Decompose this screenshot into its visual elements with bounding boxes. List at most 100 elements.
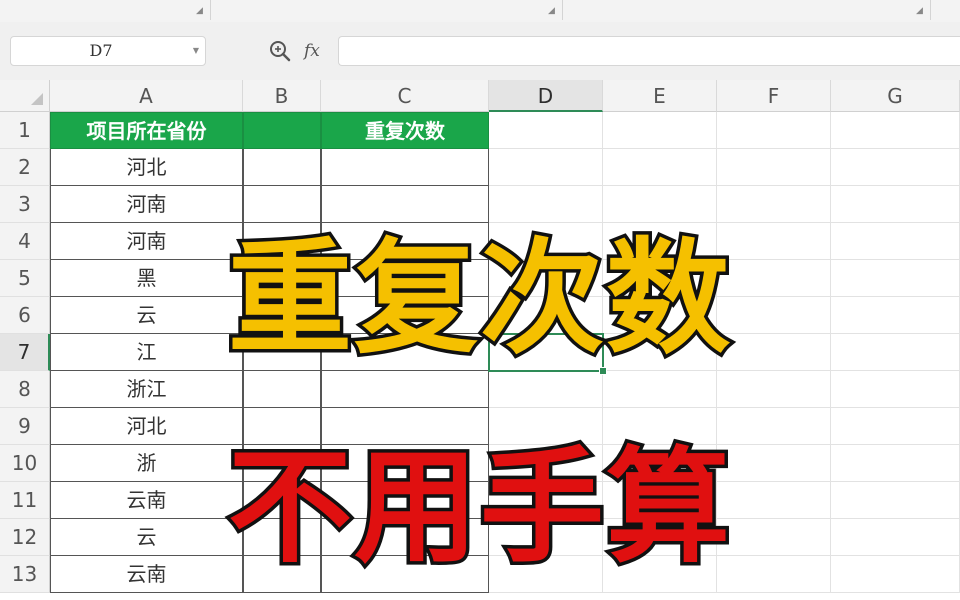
grid-cell[interactable] [243,408,321,445]
table-cell-a11[interactable]: 云南 [50,482,243,519]
ribbon-expand-icon[interactable]: ◢ [196,6,203,16]
grid-cell[interactable] [831,260,960,297]
grid-cell[interactable] [717,334,831,371]
grid-cell[interactable] [489,482,603,519]
grid-cell[interactable] [321,371,489,408]
grid-cell[interactable] [321,519,489,556]
grid-cell[interactable] [717,260,831,297]
grid-cell[interactable] [321,556,489,593]
formula-input[interactable] [338,36,960,66]
grid-cell[interactable] [831,482,960,519]
grid-cell[interactable] [831,445,960,482]
grid-cell[interactable] [243,297,321,334]
grid-cell[interactable] [831,112,960,149]
grid-cell[interactable] [243,149,321,186]
grid-cell[interactable] [489,556,603,593]
grid-cell[interactable] [489,408,603,445]
grid-cell[interactable] [489,445,603,482]
row-header-10[interactable]: 10 [0,445,50,482]
grid-cell[interactable] [321,408,489,445]
grid-cell[interactable] [603,334,717,371]
grid-cell[interactable] [831,371,960,408]
name-box[interactable]: D7 ▼ [10,36,206,66]
grid-cell[interactable] [717,149,831,186]
grid-cell[interactable] [717,445,831,482]
select-all-button[interactable] [0,80,50,112]
grid-cell[interactable] [321,445,489,482]
grid-cell[interactable] [489,260,603,297]
grid-cell[interactable] [489,297,603,334]
grid-cell[interactable] [831,334,960,371]
grid-cell[interactable] [717,519,831,556]
grid-cell[interactable] [717,186,831,223]
grid-cell[interactable] [243,556,321,593]
grid-cell[interactable] [717,556,831,593]
grid-cell[interactable] [603,371,717,408]
grid-cell[interactable] [243,223,321,260]
column-header-b[interactable]: B [243,80,321,112]
grid-cell[interactable] [603,186,717,223]
table-cell-a4[interactable]: 河南 [50,223,243,260]
grid-cell[interactable] [489,223,603,260]
table-cell-a5[interactable]: 黑 [50,260,243,297]
grid-cell[interactable] [489,519,603,556]
zoom-icon[interactable] [268,39,292,63]
row-header-13[interactable]: 13 [0,556,50,593]
grid-cell[interactable] [831,408,960,445]
table-cell-a9[interactable]: 河北 [50,408,243,445]
grid-cell[interactable] [321,260,489,297]
row-header-6[interactable]: 6 [0,297,50,334]
grid-cell[interactable] [831,149,960,186]
grid-cell[interactable] [717,408,831,445]
column-header-d[interactable]: D [489,80,603,112]
active-cell-d7[interactable] [488,333,604,372]
table-cell-a10[interactable]: 浙 [50,445,243,482]
grid-cell[interactable] [243,482,321,519]
grid-cell[interactable] [603,556,717,593]
grid-cell[interactable] [489,112,603,149]
table-cell-a3[interactable]: 河南 [50,186,243,223]
grid-cell[interactable] [831,223,960,260]
grid-cell[interactable] [243,334,321,371]
row-header-3[interactable]: 3 [0,186,50,223]
column-header-c[interactable]: C [321,80,489,112]
grid-cell[interactable] [321,297,489,334]
table-cell-a8[interactable]: 浙江 [50,371,243,408]
row-header-8[interactable]: 8 [0,371,50,408]
grid-cell[interactable] [831,186,960,223]
row-header-4[interactable]: 4 [0,223,50,260]
grid-cell[interactable] [603,260,717,297]
column-header-a[interactable]: A [50,80,243,112]
column-header-f[interactable]: F [717,80,831,112]
grid-cell[interactable] [489,186,603,223]
grid-cell[interactable] [243,186,321,223]
chevron-down-icon[interactable]: ▼ [193,37,199,65]
column-header-e[interactable]: E [603,80,717,112]
grid-cell[interactable] [603,408,717,445]
grid-cell[interactable] [831,519,960,556]
grid-cell[interactable] [831,297,960,334]
grid-cell[interactable] [243,371,321,408]
grid-cell[interactable] [321,149,489,186]
row-header-2[interactable]: 2 [0,149,50,186]
table-cell-a13[interactable]: 云南 [50,556,243,593]
table-cell-a2[interactable]: 河北 [50,149,243,186]
grid-cell[interactable] [603,297,717,334]
table-cell-a12[interactable]: 云 [50,519,243,556]
grid-cell[interactable] [603,223,717,260]
ribbon-expand-icon[interactable]: ◢ [916,6,923,16]
column-header-g[interactable]: G [831,80,960,112]
grid-cell[interactable] [243,260,321,297]
row-header-11[interactable]: 11 [0,482,50,519]
row-header-1[interactable]: 1 [0,112,50,149]
grid-cell[interactable] [717,297,831,334]
grid-cell[interactable] [603,519,717,556]
ribbon-expand-icon[interactable]: ◢ [548,6,555,16]
header-cell-b1[interactable] [243,112,321,149]
grid-cell[interactable] [321,186,489,223]
grid-cell[interactable] [717,482,831,519]
grid-cell[interactable] [243,445,321,482]
grid-cell[interactable] [717,112,831,149]
grid-cell[interactable] [243,519,321,556]
row-header-7[interactable]: 7 [0,334,50,371]
